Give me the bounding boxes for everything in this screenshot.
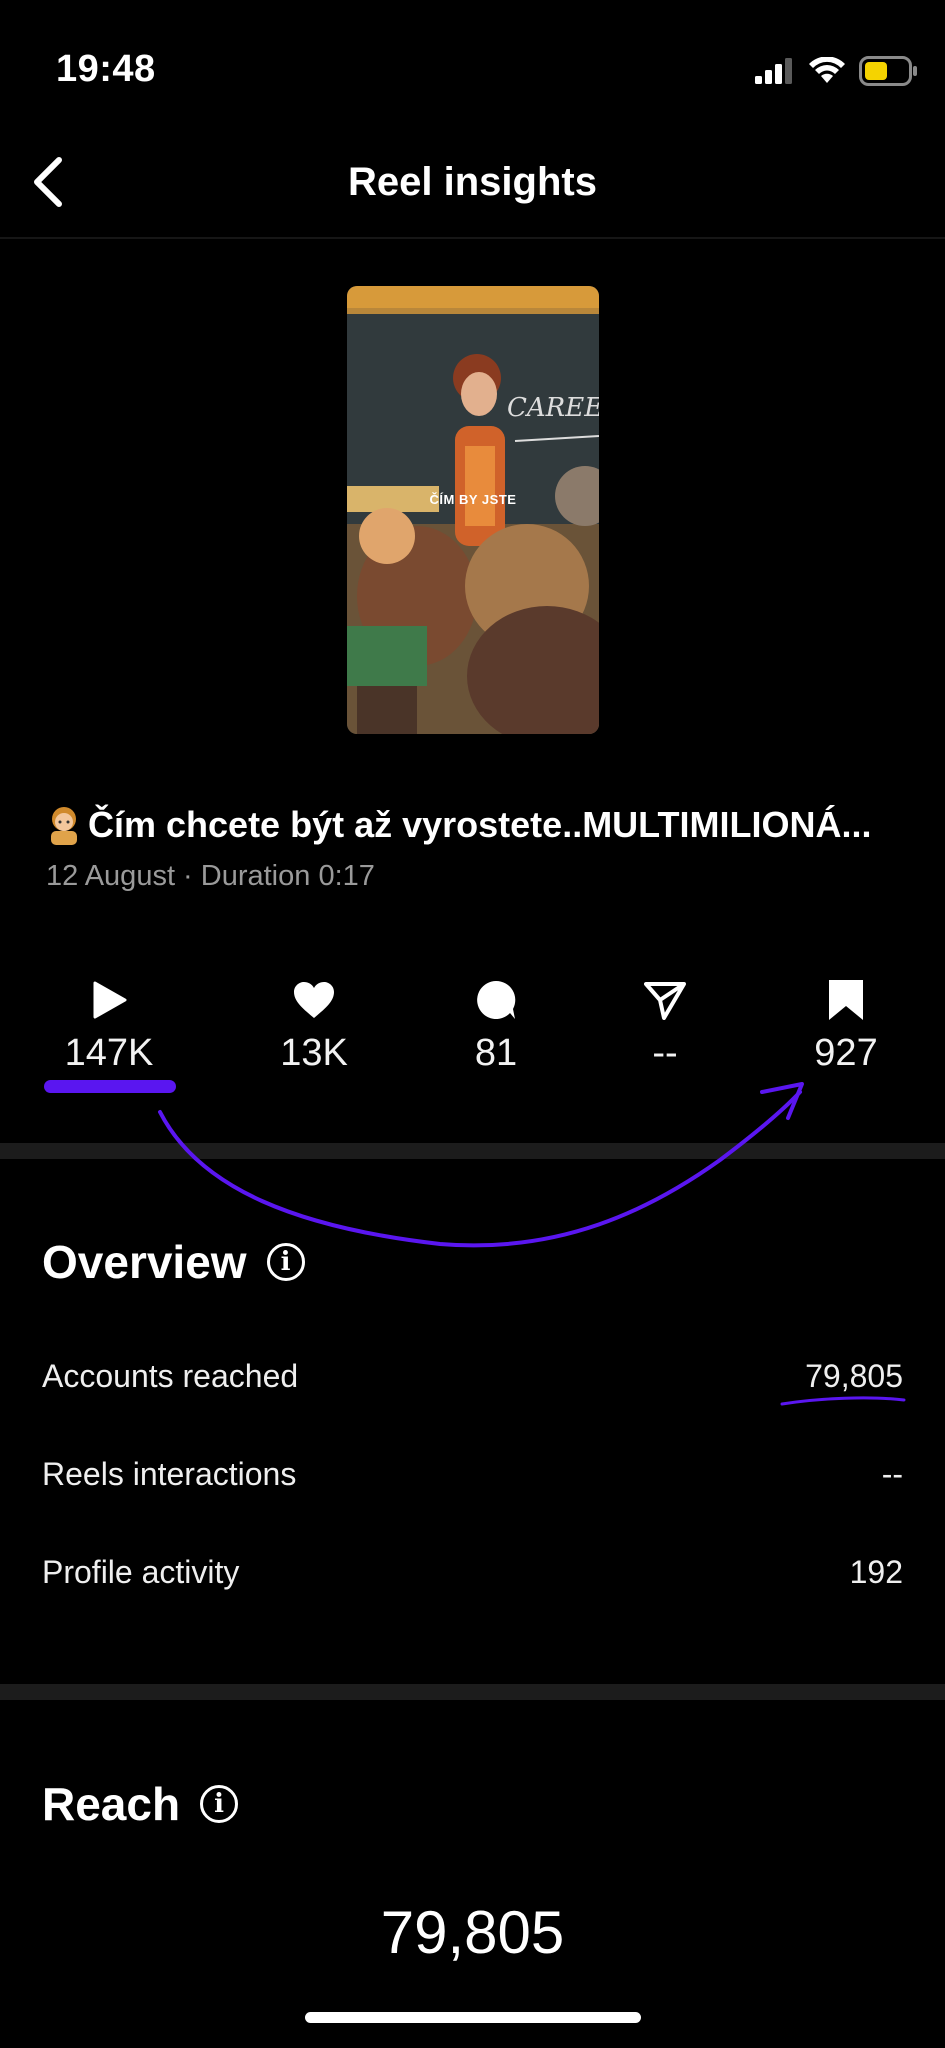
annotation-underline [44, 1080, 176, 1093]
status-icons [755, 54, 917, 88]
section-divider [0, 1143, 945, 1159]
overview-title-text: Overview [42, 1236, 247, 1288]
info-icon[interactable]: i [266, 1243, 305, 1281]
battery-icon [859, 56, 917, 86]
status-time: 19:48 [56, 48, 156, 90]
reach-title: Reach i [42, 1777, 239, 1831]
row-value: -- [881, 1456, 903, 1492]
comment-icon [477, 980, 516, 1019]
stat-value: 927 [814, 1032, 878, 1074]
thumbnail-caption: ČÍM BY JSTE [429, 492, 517, 507]
svg-text:CAREE: CAREE [507, 393, 599, 423]
reel-title: Čím chcete být až vyrostete..MULTIMILION… [44, 804, 871, 846]
teacher-emoji [51, 807, 77, 845]
row-value: 79,805 [805, 1358, 903, 1394]
stat-shares[interactable]: -- [585, 978, 745, 1075]
stat-likes[interactable]: 13K [234, 978, 394, 1075]
wifi-icon [809, 57, 845, 83]
stat-value: 13K [280, 1032, 348, 1074]
bookmark-icon [829, 980, 863, 1020]
send-icon [644, 982, 686, 1020]
heart-icon [294, 982, 334, 1018]
stat-saves[interactable]: 927 [766, 978, 926, 1075]
home-indicator[interactable] [305, 2012, 641, 2023]
stat-plays[interactable]: 147K [29, 978, 189, 1075]
annotation-arrowhead [760, 1082, 804, 1120]
section-divider [0, 1684, 945, 1700]
overview-title: Overview i [42, 1235, 305, 1289]
reel-thumbnail[interactable]: CAREE ČÍM BY JSTE [347, 286, 599, 734]
info-icon[interactable]: i [200, 1785, 239, 1823]
overview-row-reels-interactions[interactable]: Reels interactions -- [42, 1456, 903, 1493]
stat-value: 147K [64, 1032, 154, 1074]
stat-value: 81 [474, 1032, 518, 1074]
reel-thumbnail-image: CAREE [347, 286, 599, 734]
header-divider [0, 237, 945, 239]
row-label: Reels interactions [42, 1456, 297, 1492]
annotation-arrow [158, 1090, 802, 1248]
annotation-underline-value [780, 1396, 906, 1406]
reel-title-text: Čím chcete být až vyrostete..MULTIMILION… [88, 804, 872, 845]
play-icon [93, 981, 127, 1019]
stat-value: -- [652, 1032, 678, 1074]
row-value: 192 [849, 1554, 903, 1590]
row-label: Accounts reached [42, 1358, 299, 1394]
row-label: Profile activity [42, 1554, 240, 1590]
overview-row-accounts-reached[interactable]: Accounts reached 79,805 [42, 1358, 903, 1395]
cellular-signal-icon [755, 58, 792, 84]
reel-meta: 12 August · Duration 0:17 [46, 860, 375, 892]
overview-row-profile-activity[interactable]: Profile activity 192 [42, 1554, 903, 1591]
reach-total: 79,805 [380, 1899, 565, 1966]
stat-comments[interactable]: 81 [416, 978, 576, 1075]
page-title: Reel insights [348, 160, 597, 204]
reach-title-text: Reach [42, 1778, 181, 1830]
